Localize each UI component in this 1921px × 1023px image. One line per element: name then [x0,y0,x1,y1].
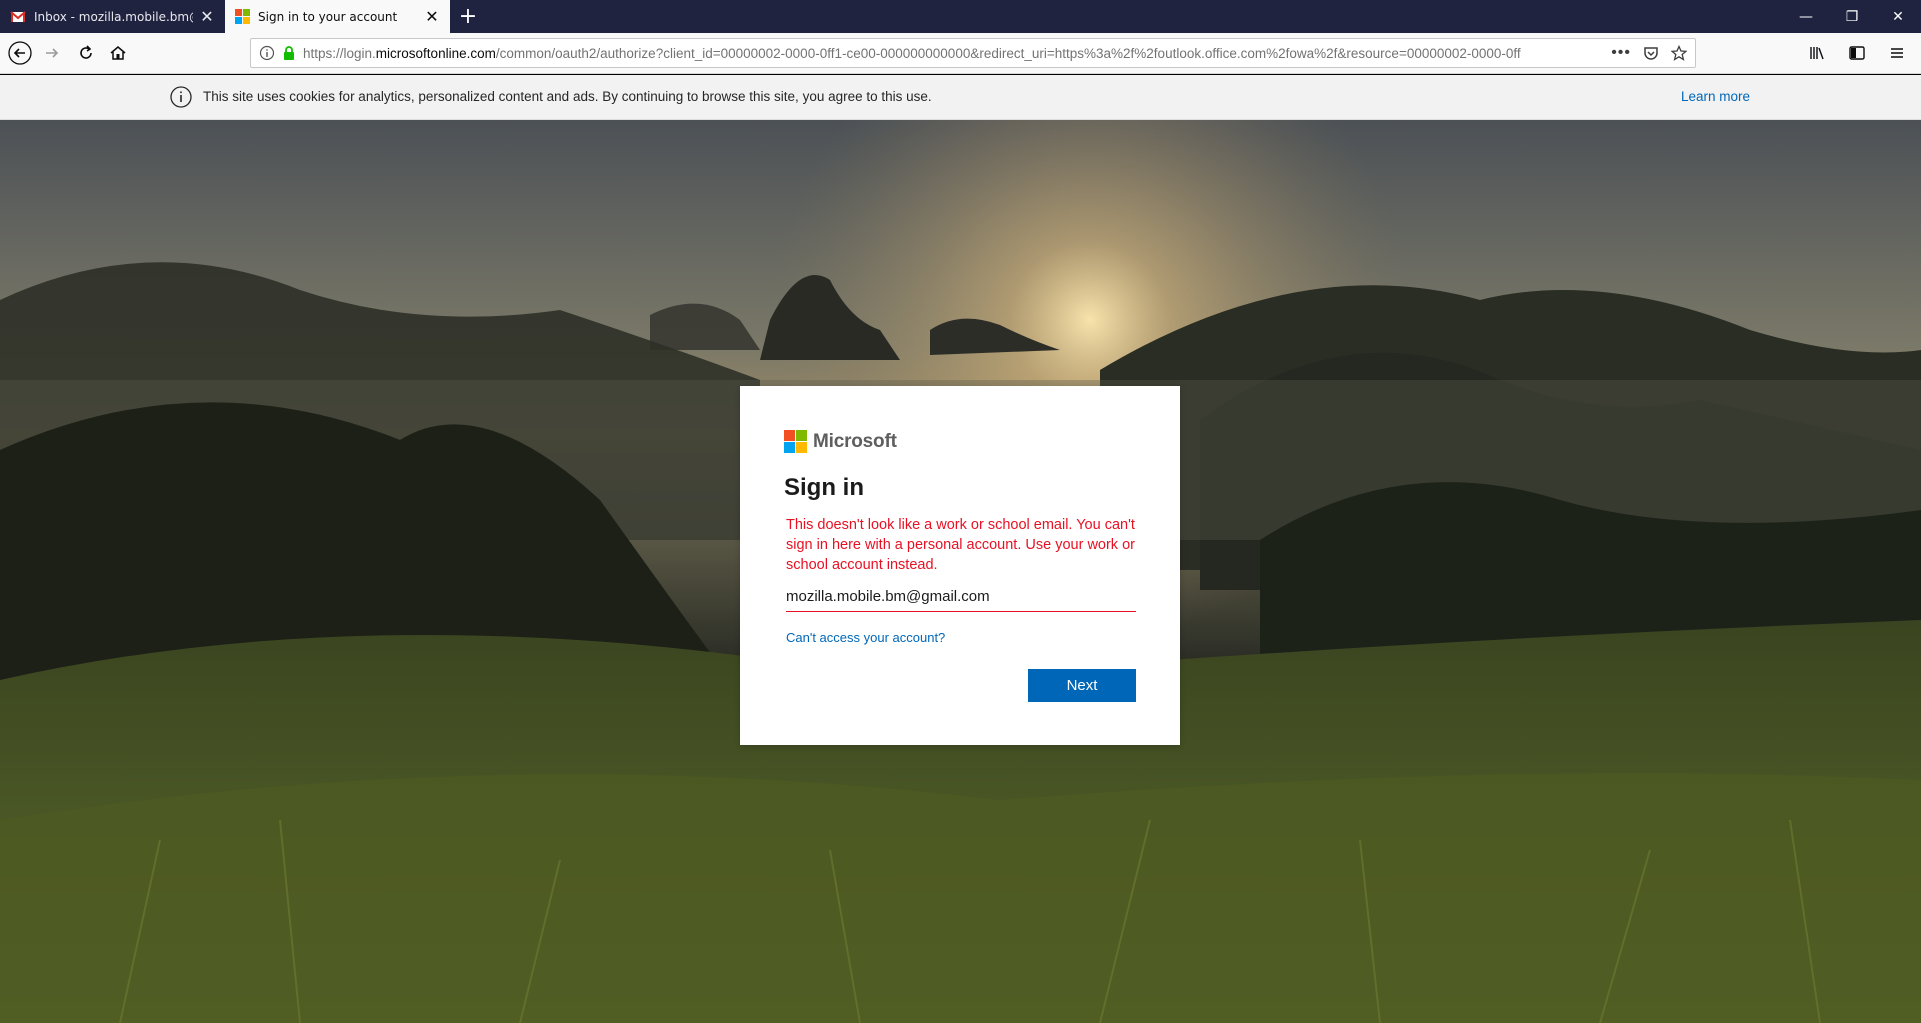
close-window-button[interactable]: ✕ [1875,0,1921,33]
tab-signin[interactable]: Sign in to your account ✕ [225,0,450,33]
error-message: This doesn't look like a work or school … [786,517,1135,573]
close-tab-icon[interactable]: ✕ [424,8,440,25]
cant-access-link[interactable]: Can't access your account? [786,630,945,645]
home-button[interactable] [104,39,132,67]
brand-name: Microsoft [813,430,897,452]
restore-button[interactable]: ❐ [1829,0,1875,33]
cookie-banner: This site uses cookies for analytics, pe… [0,75,1921,120]
window-controls: — ❐ ✕ [1783,0,1921,33]
site-info-icon[interactable] [259,45,275,61]
page-actions-icon[interactable]: ••• [1611,44,1631,62]
reload-icon [80,45,92,59]
signin-card: Microsoft Sign in This doesn't look like… [740,386,1180,745]
back-button[interactable] [6,39,34,67]
sidebar-button[interactable] [1843,39,1871,67]
bookmark-star-icon[interactable] [1671,45,1687,61]
gmail-icon [10,10,26,22]
library-icon [1810,47,1824,60]
microsoft-logo-icon [784,430,807,453]
forward-button[interactable] [38,39,66,67]
home-icon [110,46,126,60]
signin-heading: Sign in [784,474,864,501]
tab-inbox[interactable]: Inbox - mozilla.mobile.bm@gm ✕ [0,0,225,33]
back-arrow-icon [8,41,32,65]
learn-more-link[interactable]: Learn more [1681,89,1750,104]
microsoft-icon [235,9,250,24]
menu-button[interactable] [1883,39,1911,67]
library-button[interactable] [1803,39,1831,67]
hamburger-menu-icon [1891,48,1903,58]
url-bar[interactable]: https://login.microsoftonline.com/common… [250,38,1696,68]
close-tab-icon[interactable]: ✕ [199,8,215,25]
cookie-text: This site uses cookies for analytics, pe… [203,89,932,104]
next-button[interactable]: Next [1028,669,1136,702]
reload-button[interactable] [72,39,100,67]
navigation-toolbar: https://login.microsoftonline.com/common… [0,33,1921,74]
sidebar-icon [1849,46,1865,60]
pocket-icon[interactable] [1643,45,1659,61]
new-tab-button[interactable]: + [450,0,486,33]
minimize-button[interactable]: — [1783,0,1829,33]
url-text: https://login.microsoftonline.com/common… [303,45,1521,61]
info-icon [170,86,192,108]
tab-title: Inbox - mozilla.mobile.bm@gm [34,9,193,24]
email-input[interactable] [786,582,1136,612]
forward-arrow-icon [46,48,59,58]
lock-icon [284,46,294,60]
tab-title: Sign in to your account [258,9,398,24]
microsoft-logo: Microsoft [784,430,897,453]
tab-strip: Inbox - mozilla.mobile.bm@gm ✕ Sign in t… [0,0,1921,33]
